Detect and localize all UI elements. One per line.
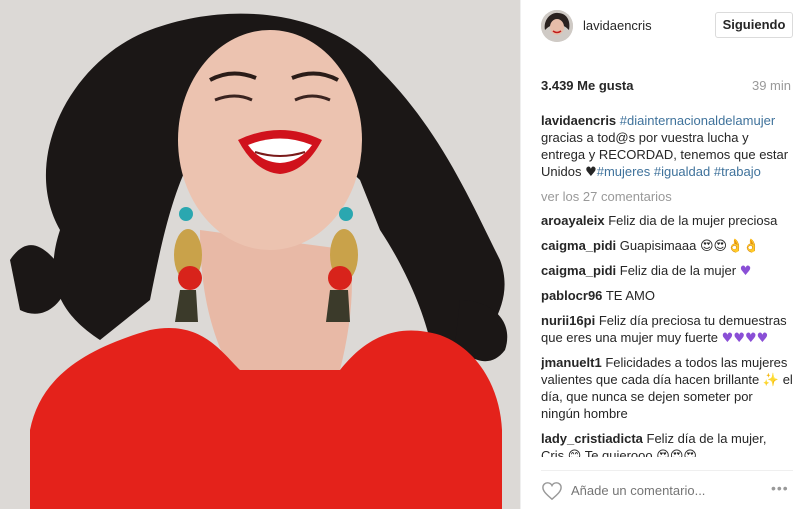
view-all-comments-link[interactable]: ver los 27 comentarios	[541, 188, 793, 205]
woman-laughing-photo	[0, 0, 520, 509]
comment-username[interactable]: pablocr96	[541, 288, 602, 303]
heart-eyes-emoji-icon: 😍😍😍	[656, 449, 697, 457]
hashtag-link[interactable]: #diainternacionaldelamujer	[620, 113, 775, 128]
purple-heart-icon: ♥	[739, 264, 752, 279]
comment-text: Guapisimaaa	[619, 238, 697, 253]
post-time[interactable]: 39 min	[752, 78, 791, 93]
comment-username[interactable]: aroayaleix	[541, 213, 605, 228]
avatar-image	[541, 10, 573, 42]
comment-item: caigma_pidi Guapisimaaa 😍😍👌👌	[541, 237, 793, 254]
avatar[interactable]	[541, 10, 573, 42]
divider	[541, 470, 793, 471]
post-details-panel: lavidaencris Siguiendo 3.439 Me gusta 39…	[520, 0, 800, 509]
comment-text: Feliz dia de la mujer	[619, 263, 737, 278]
add-comment-row: •••	[521, 472, 800, 509]
comment-item: jmanuelt1 Felicidades a todos las mujere…	[541, 354, 793, 422]
comment-username[interactable]: caigma_pidi	[541, 263, 616, 278]
likes-count[interactable]: 3.439 Me gusta	[541, 78, 634, 93]
caption-username[interactable]: lavidaencris	[541, 113, 616, 128]
comment-item: caigma_pidi Feliz dia de la mujer ♥	[541, 262, 793, 279]
comment-item: pablocr96 TE AMO	[541, 287, 793, 304]
instagram-post: lavidaencris Siguiendo 3.439 Me gusta 39…	[0, 0, 800, 509]
post-header: lavidaencris Siguiendo	[521, 0, 800, 54]
likes-row: 3.439 Me gusta 39 min	[541, 78, 791, 96]
more-options-icon[interactable]: •••	[771, 480, 789, 496]
comments-list: lavidaencris #diainternacionaldelamujer …	[541, 112, 793, 457]
post-username[interactable]: lavidaencris	[583, 18, 652, 33]
comment-item: lady_cristiadicta Feliz día de la mujer,…	[541, 430, 793, 457]
comment-text: Feliz dia de la mujer preciosa	[608, 213, 778, 228]
like-heart-icon[interactable]	[541, 481, 563, 501]
smile-emoji-icon: 😊	[567, 449, 582, 457]
comment-username[interactable]: lady_cristiadicta	[541, 431, 643, 446]
add-comment-input[interactable]	[571, 481, 757, 499]
comment-username[interactable]: caigma_pidi	[541, 238, 616, 253]
comment-text: TE AMO	[605, 288, 655, 303]
hashtag-link[interactable]: #mujeres	[597, 164, 650, 179]
caption: lavidaencris #diainternacionaldelamujer …	[541, 112, 793, 180]
heart-eyes-emoji-icon: 😍😍👌👌	[700, 239, 760, 254]
sparkles-icon: ✨	[762, 373, 780, 388]
hashtag-link[interactable]: #trabajo	[714, 164, 761, 179]
comment-item: aroayaleix Feliz dia de la mujer precios…	[541, 212, 793, 229]
black-heart-icon: ♥	[585, 165, 597, 180]
hashtag-link[interactable]: #igualdad	[654, 164, 710, 179]
comment-text: Te quierooo	[584, 448, 653, 457]
comment-username[interactable]: jmanuelt1	[541, 355, 602, 370]
post-photo[interactable]	[0, 0, 520, 509]
purple-hearts-icon: ♥♥♥♥	[721, 331, 769, 346]
comment-item: nurii16pi Feliz día preciosa tu demuestr…	[541, 312, 793, 346]
comment-username[interactable]: nurii16pi	[541, 313, 595, 328]
following-button[interactable]: Siguiendo	[715, 12, 793, 38]
